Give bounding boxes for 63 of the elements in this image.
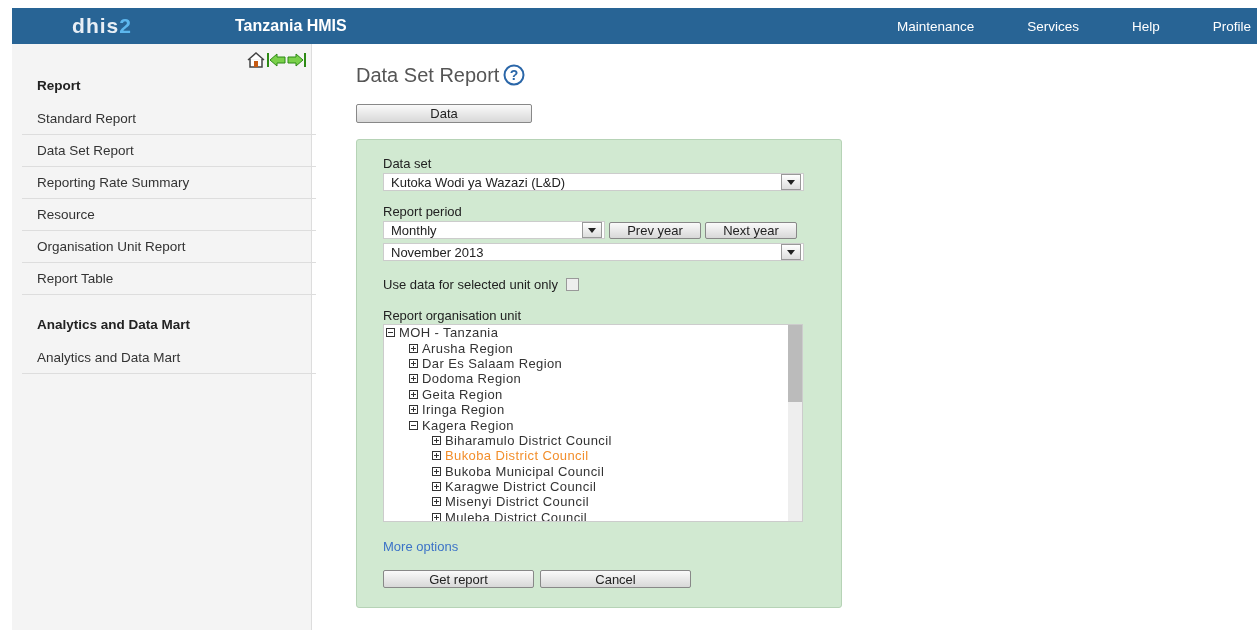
- tree-item[interactable]: Dodoma Region: [422, 371, 522, 387]
- sidebar-heading: Analytics and Data Mart: [36, 316, 192, 334]
- dropdown-arrow-icon: [787, 249, 795, 255]
- tree-item[interactable]: Arusha Region: [422, 340, 514, 356]
- tree-item[interactable]: Iringa Region: [422, 402, 505, 418]
- checkbox[interactable]: [565, 278, 579, 291]
- field-label: Data set: [383, 156, 433, 171]
- menu-link[interactable]: Help: [1131, 18, 1160, 34]
- tree-item[interactable]: Bukoba Municipal Council: [445, 463, 605, 479]
- scrollbar-thumb[interactable]: [788, 325, 802, 402]
- help-icon[interactable]: ?: [503, 64, 526, 86]
- tree-item[interactable]: Geita Region: [422, 386, 503, 402]
- tree-item[interactable]: Karagwe District Council: [445, 479, 597, 495]
- expand-icon[interactable]: [409, 374, 418, 384]
- expand-icon[interactable]: [432, 451, 441, 461]
- sidebar-item[interactable]: Data Set Report: [22, 135, 316, 167]
- expand-icon[interactable]: [409, 405, 418, 415]
- expand-icon[interactable]: [432, 482, 441, 492]
- data-button[interactable]: Data: [356, 104, 532, 123]
- prev-year-button[interactable]: Prev year: [609, 221, 701, 239]
- more-options-link[interactable]: More options: [383, 539, 841, 554]
- tree-item[interactable]: MOH - Tanzania: [399, 325, 499, 341]
- period-select[interactable]: November 2013: [383, 243, 804, 261]
- menu-link[interactable]: Profile: [1212, 18, 1251, 34]
- back-arrow-icon[interactable]: [266, 52, 286, 68]
- form-button[interactable]: Cancel: [540, 570, 691, 588]
- sidebar-item[interactable]: Resource: [22, 199, 316, 231]
- page-title: Data Set Report: [356, 63, 500, 87]
- next-year-button[interactable]: Next year: [705, 221, 797, 239]
- expand-icon[interactable]: [409, 389, 418, 399]
- expand-icon[interactable]: [432, 435, 441, 445]
- field-label: Report period: [383, 204, 463, 219]
- checkbox-label: Use data for selected unit only: [383, 277, 558, 292]
- tree-item[interactable]: Kagera Region: [422, 417, 514, 433]
- dropdown-arrow-icon: [787, 179, 795, 185]
- sidebar-item[interactable]: Standard Report: [22, 103, 316, 135]
- sidebar-item[interactable]: Organisation Unit Report: [22, 231, 316, 263]
- expand-icon[interactable]: [409, 358, 418, 368]
- sidebar-item[interactable]: Report Table: [22, 263, 316, 295]
- form-button[interactable]: Get report: [383, 570, 534, 588]
- app-title: Tanzania HMIS: [235, 17, 347, 35]
- forward-arrow-icon[interactable]: [287, 52, 307, 68]
- sidebar-item[interactable]: Analytics and Data Mart: [22, 342, 316, 374]
- scrollbar[interactable]: [788, 325, 802, 521]
- expand-icon[interactable]: [432, 497, 441, 507]
- tree-item[interactable]: Dar Es Salaam Region: [422, 355, 563, 371]
- data-set-select[interactable]: Kutoka Wodi ya Wazazi (L&D): [383, 173, 804, 191]
- home-icon[interactable]: [247, 52, 265, 68]
- tree-item[interactable]: Misenyi District Council: [445, 494, 589, 510]
- menu-link[interactable]: Maintenance: [896, 18, 975, 34]
- dropdown-arrow-icon: [588, 227, 596, 233]
- expand-icon[interactable]: [409, 343, 418, 353]
- sidebar-heading: Report: [36, 77, 82, 95]
- expand-icon[interactable]: [432, 512, 441, 521]
- menu-link[interactable]: Services: [1027, 18, 1079, 34]
- period-type-select[interactable]: Monthly: [383, 221, 605, 239]
- sidebar-item[interactable]: Reporting Rate Summary: [22, 167, 316, 199]
- field-label: Report organisation unit: [383, 308, 523, 323]
- collapse-icon[interactable]: [386, 328, 395, 338]
- collapse-icon[interactable]: [409, 420, 418, 430]
- tree-item[interactable]: Biharamulo District Council: [445, 432, 612, 448]
- expand-icon[interactable]: [432, 466, 441, 476]
- app-logo[interactable]: dhis2: [27, 14, 177, 38]
